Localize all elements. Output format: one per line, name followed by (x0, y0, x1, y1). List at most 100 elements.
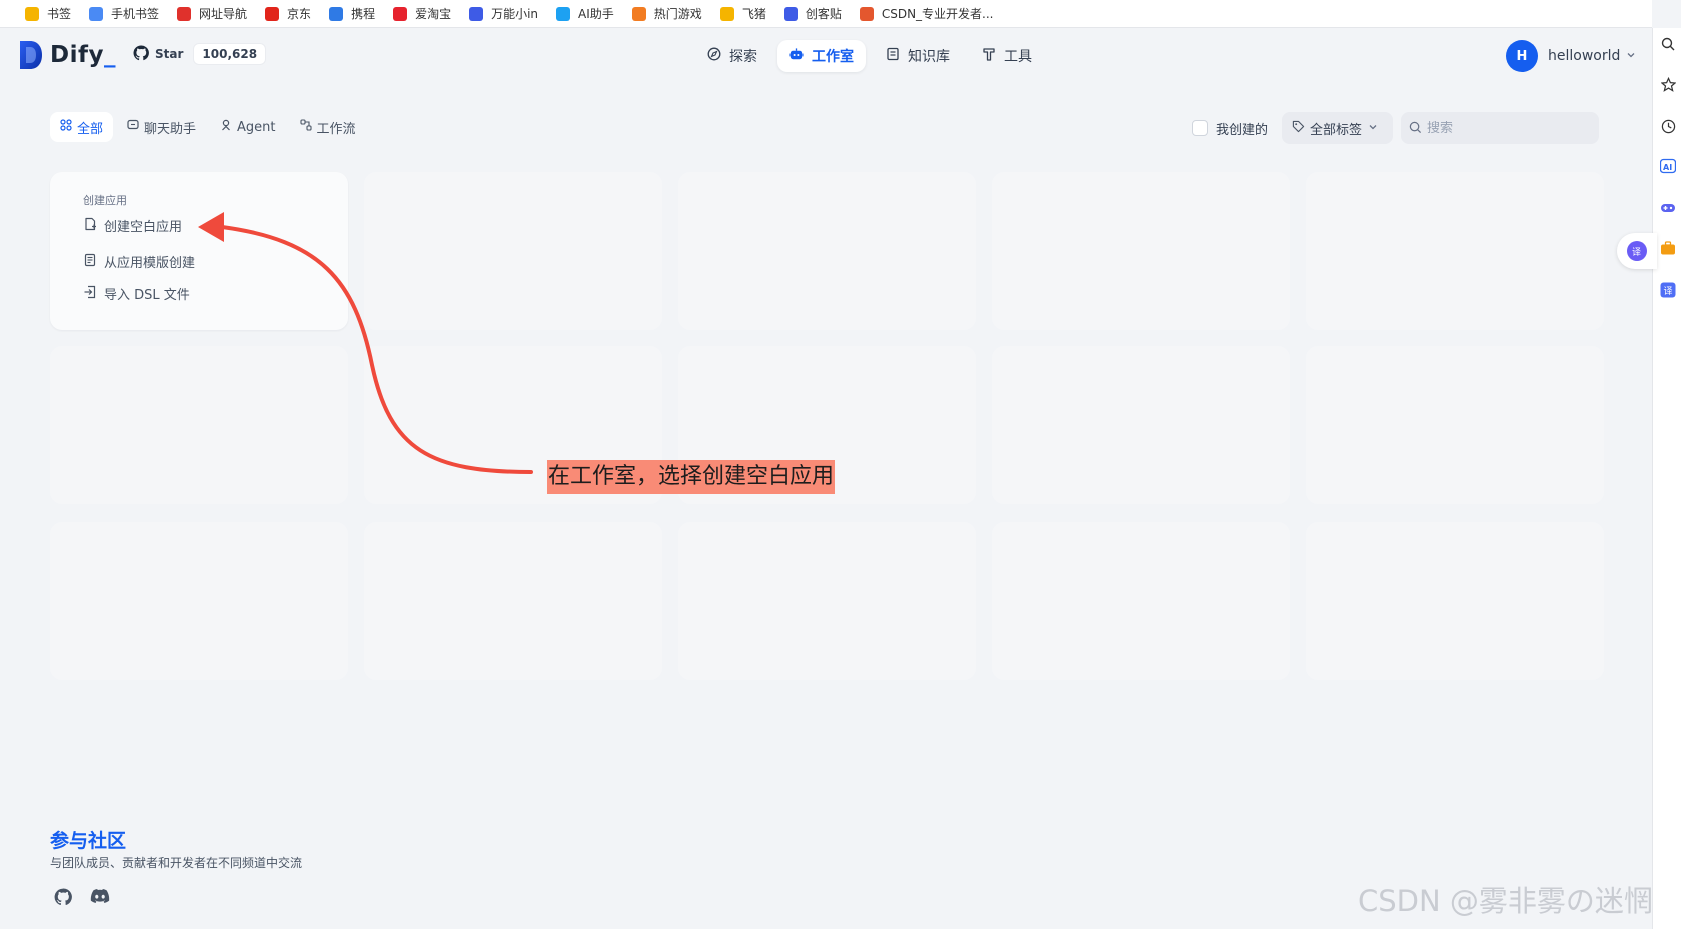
chevron-down-icon (1626, 48, 1636, 64)
star-icon[interactable] (1660, 76, 1676, 92)
bookmark-item[interactable]: 万能小in (460, 0, 547, 28)
discord-icon[interactable] (90, 888, 110, 910)
app-type-tabs: 全部 聊天助手 Agent 工作流 (50, 112, 366, 142)
bookmark-item[interactable]: 网址导航 (168, 0, 256, 28)
tab-workflow[interactable]: 工作流 (290, 112, 366, 142)
browser-sidebar: AI 译 (1652, 28, 1681, 929)
user-menu[interactable]: H helloworld (1506, 40, 1636, 72)
chuangkit-icon (783, 6, 798, 21)
robot-icon (789, 47, 812, 66)
ai-icon[interactable]: AI (1660, 158, 1676, 174)
translate-icon: 译 (1627, 241, 1647, 261)
app-card-placeholder (992, 522, 1290, 680)
nav-tools[interactable]: 工具 (970, 40, 1044, 72)
app-card-placeholder (992, 346, 1290, 504)
csdn-icon (859, 6, 874, 21)
workflow-icon (299, 119, 317, 135)
nav-studio[interactable]: 工作室 (777, 40, 866, 72)
community-links (54, 888, 110, 910)
game-icon (631, 6, 646, 21)
github-star[interactable]: Star 100,628 (133, 42, 267, 66)
tab-agent[interactable]: Agent (210, 112, 285, 142)
jd-icon (265, 6, 280, 21)
app-card-placeholder (992, 172, 1290, 330)
annotation-label: 在工作室，选择创建空白应用 (547, 460, 836, 494)
phone-bookmark-icon (89, 6, 104, 21)
search-icon (1409, 119, 1422, 138)
filters-right: 我创建的 全部标签 (1192, 112, 1600, 144)
agent-icon (220, 119, 237, 135)
create-from-template-button[interactable]: 从应用模版创建 (83, 252, 195, 271)
tab-all[interactable]: 全部 (50, 112, 114, 142)
app-card-placeholder (1306, 346, 1604, 504)
hammer-icon (982, 47, 1004, 65)
dify-logo-text: Dify_ (50, 42, 116, 68)
bookmark-item[interactable]: 携程 (320, 0, 384, 28)
book-icon (886, 47, 908, 65)
search-input[interactable] (1427, 120, 1588, 136)
watermark: CSDN @雾非雾の迷惘 (1358, 884, 1653, 918)
bookmarks-bar: 书签 手机书签 网址导航 京东 携程 爱淘宝 万能小in AI助手 热门游戏 飞猪 创客贴 CSDN_… (0, 0, 1652, 28)
bookmark-item[interactable]: 创客贴 (775, 0, 851, 28)
svg-text:译: 译 (1632, 247, 1641, 257)
chat-icon (127, 119, 144, 135)
user-name: helloworld (1548, 48, 1621, 64)
created-by-me-filter[interactable]: 我创建的 (1192, 119, 1268, 138)
github-icon (133, 44, 149, 64)
app-card-placeholder (50, 346, 348, 504)
search-box (1401, 112, 1600, 144)
create-blank-app-button[interactable]: 创建空白应用 (83, 216, 182, 235)
bookmark-item[interactable]: 书签 (16, 0, 80, 28)
app-card-placeholder (364, 172, 662, 330)
app-header: Dify_ Star 100,628 探索 工作室 知识库 工具 H hello… (0, 28, 1652, 84)
compass-icon (707, 47, 729, 65)
robot-icon (469, 6, 484, 21)
app-card-placeholder (678, 522, 976, 680)
grid-icon (60, 119, 77, 135)
import-icon (83, 285, 104, 303)
created-by-me-checkbox[interactable] (1192, 120, 1208, 136)
app-card-placeholder (50, 522, 348, 680)
bookmark-item[interactable]: 爱淘宝 (384, 0, 460, 28)
import-dsl-button[interactable]: 导入 DSL 文件 (83, 284, 190, 303)
bookmark-item[interactable]: 京东 (256, 0, 320, 28)
file-plus-icon (83, 217, 104, 235)
translate-icon[interactable]: 译 (1660, 282, 1676, 298)
app-card-placeholder (364, 522, 662, 680)
community-description: 与团队成员、贡献者和开发者在不同频道中交流 (50, 856, 303, 870)
svg-text:译: 译 (1664, 286, 1673, 297)
tag-icon (1292, 120, 1310, 137)
github-star-label: Star (155, 47, 184, 61)
bookmark-item[interactable]: CSDN_专业开发者... (851, 0, 1003, 28)
bookmark-item[interactable]: 热门游戏 (623, 0, 711, 28)
gamepad-icon[interactable] (1660, 200, 1676, 216)
nav-knowledge[interactable]: 知识库 (874, 40, 962, 72)
chevron-down-icon (1368, 121, 1383, 136)
floating-translate-button[interactable]: 译 (1617, 233, 1657, 269)
community-title: 参与社区 (50, 830, 127, 852)
github-icon[interactable] (54, 888, 72, 910)
bookmark-item[interactable]: 飞猪 (711, 0, 775, 28)
nav-explore[interactable]: 探索 (695, 40, 769, 72)
history-icon[interactable] (1660, 118, 1676, 134)
app-card-placeholder (1306, 522, 1604, 680)
ctrip-icon (329, 6, 344, 21)
avatar: H (1506, 40, 1538, 72)
tab-chat-assistant[interactable]: 聊天助手 (117, 112, 206, 142)
app-card-placeholder (678, 172, 976, 330)
tag-filter-select[interactable]: 全部标签 (1282, 112, 1394, 144)
create-app-title: 创建应用 (83, 194, 127, 207)
taobao-icon (393, 6, 408, 21)
create-app-card: 创建应用 创建空白应用 从应用模版创建 导入 DSL 文件 (50, 172, 348, 330)
github-star-count: 100,628 (193, 43, 267, 65)
fliggy-icon (719, 6, 734, 21)
dify-logo-icon (20, 41, 42, 69)
bookmark-item[interactable]: AI助手 (547, 0, 623, 28)
dify-logo[interactable]: Dify_ (20, 41, 116, 69)
search-icon[interactable] (1660, 36, 1676, 52)
star-icon (25, 6, 39, 21)
briefcase-icon[interactable] (1660, 240, 1676, 256)
bookmark-item[interactable]: 手机书签 (80, 0, 168, 28)
template-icon (83, 253, 104, 271)
main-nav: 探索 工作室 知识库 工具 (695, 40, 1044, 72)
